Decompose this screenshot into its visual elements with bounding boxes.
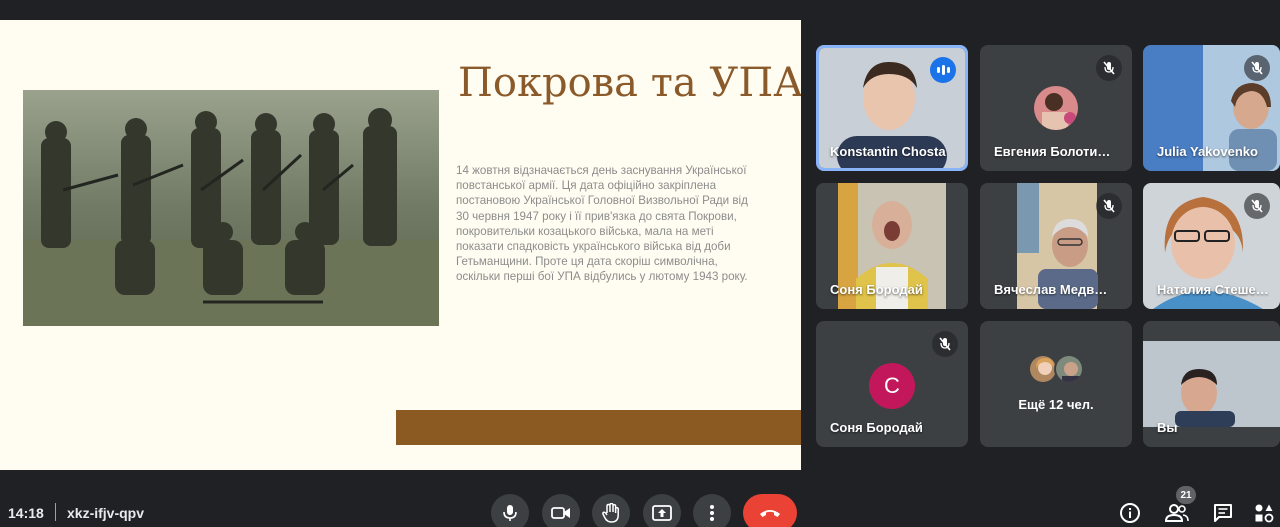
muted-mic-icon bbox=[1244, 193, 1270, 219]
meeting-code: xkz-ifjv-qpv bbox=[67, 505, 145, 521]
participant-name: Соня Бородай bbox=[830, 282, 923, 297]
more-participants-tile[interactable]: Ещё 12 чел. bbox=[980, 321, 1132, 447]
raise-hand-icon bbox=[602, 503, 619, 523]
more-options-button[interactable] bbox=[693, 494, 731, 527]
chat-icon bbox=[1214, 504, 1232, 522]
participant-name: Евгения Болоти… bbox=[994, 144, 1111, 159]
mic-icon bbox=[503, 505, 517, 521]
avatar bbox=[1034, 86, 1078, 130]
avatar bbox=[1054, 354, 1084, 384]
participant-tile[interactable]: Соня Бородай bbox=[816, 183, 968, 309]
participant-tile[interactable]: Konstantin Chosta bbox=[816, 45, 968, 171]
slide-body-text: 14 жовтня відзначається день заснування … bbox=[456, 164, 748, 284]
participant-name: Соня Бородай bbox=[830, 420, 923, 435]
camera-icon bbox=[551, 507, 570, 519]
meeting-time: 14:18 bbox=[8, 505, 44, 521]
present-screen-icon bbox=[652, 505, 672, 521]
participant-tile[interactable]: Вячеслав Медв… bbox=[980, 183, 1132, 309]
info-icon bbox=[1120, 503, 1140, 523]
chat-button[interactable] bbox=[1211, 501, 1235, 525]
speaking-indicator-icon bbox=[930, 57, 956, 83]
participant-tile[interactable]: С Соня Бородай bbox=[816, 321, 968, 447]
muted-mic-icon bbox=[1096, 55, 1122, 81]
more-participants-label: Ещё 12 чел. bbox=[1018, 397, 1094, 412]
more-options-icon bbox=[710, 505, 714, 521]
end-call-button[interactable] bbox=[743, 494, 797, 527]
presentation-slide: Покрова та УПА 14 жовтня відзначається д… bbox=[0, 20, 801, 470]
participant-tile[interactable]: Julia Yakovenko bbox=[1143, 45, 1280, 171]
participant-name: Наталия Стеше… bbox=[1157, 282, 1269, 297]
participant-tile[interactable]: Евгения Болоти… bbox=[980, 45, 1132, 171]
muted-mic-icon bbox=[932, 331, 958, 357]
people-icon bbox=[1165, 504, 1189, 522]
present-screen-button[interactable] bbox=[643, 494, 681, 527]
activities-button[interactable] bbox=[1252, 501, 1276, 525]
self-view-tile[interactable]: Вы bbox=[1143, 321, 1280, 447]
divider bbox=[55, 503, 56, 521]
muted-mic-icon bbox=[1244, 55, 1270, 81]
activities-icon bbox=[1255, 504, 1274, 523]
participant-tile[interactable]: Наталия Стеше… bbox=[1143, 183, 1280, 309]
meeting-info-button[interactable] bbox=[1118, 501, 1142, 525]
slide-title: Покрова та УПА bbox=[458, 60, 801, 106]
historical-group-photo bbox=[23, 90, 439, 326]
participant-name: Вячеслав Медв… bbox=[994, 282, 1108, 297]
participant-name: Julia Yakovenko bbox=[1157, 144, 1258, 159]
muted-mic-icon bbox=[1096, 193, 1122, 219]
slide-accent-bar bbox=[396, 410, 801, 445]
avatar: С bbox=[869, 363, 915, 409]
camera-toggle-button[interactable] bbox=[542, 494, 580, 527]
raise-hand-button[interactable] bbox=[592, 494, 630, 527]
mic-toggle-button[interactable] bbox=[491, 494, 529, 527]
participant-name: Вы bbox=[1157, 420, 1178, 435]
participant-name: Konstantin Chosta bbox=[830, 144, 946, 159]
people-button[interactable] bbox=[1165, 501, 1189, 525]
end-call-icon bbox=[760, 510, 780, 517]
